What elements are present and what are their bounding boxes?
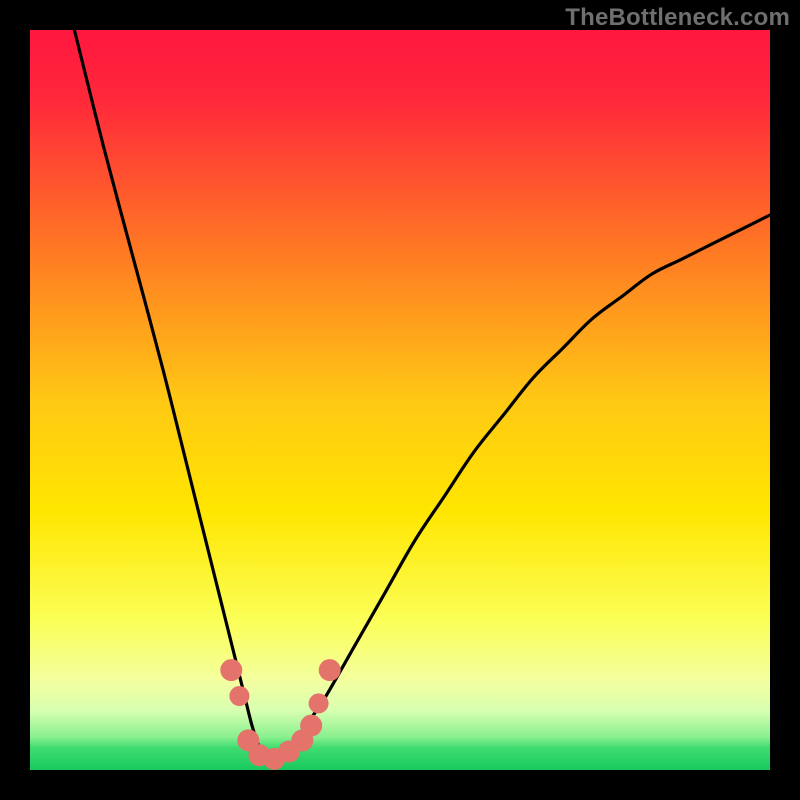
marker-point xyxy=(229,686,249,706)
marker-point xyxy=(300,715,322,737)
gradient-background xyxy=(30,30,770,770)
marker-point xyxy=(220,659,242,681)
marker-point xyxy=(319,659,341,681)
plot-area xyxy=(30,30,770,770)
watermark-text: TheBottleneck.com xyxy=(565,4,790,32)
chart-frame: TheBottleneck.com xyxy=(0,0,800,800)
marker-point xyxy=(309,693,329,713)
chart-svg xyxy=(30,30,770,770)
